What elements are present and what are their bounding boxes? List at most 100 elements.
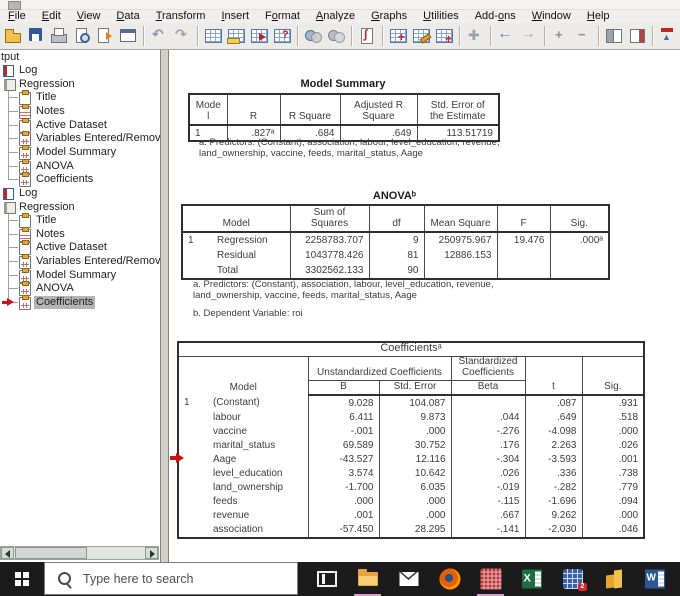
menu-window[interactable]: Window: [524, 10, 579, 23]
notes-icon: [19, 226, 32, 242]
model-summary-table[interactable]: Mode l R R Square Adjusted R Square Std. E…: [188, 93, 500, 142]
tree-item-label: ANOVA: [36, 159, 74, 172]
scroll-right-button[interactable]: [145, 547, 158, 559]
cell-sig: .094: [581, 494, 645, 509]
variables-info-icon[interactable]: [272, 25, 293, 46]
cell-sig: .931: [581, 395, 645, 411]
tree-root-output[interactable]: tput: [1, 51, 19, 63]
outline-pane[interactable]: tput Log Regression Title Notes Active Datas…: [0, 50, 161, 562]
word-icon[interactable]: [634, 562, 675, 596]
tree-item-active-dataset[interactable]: Active Dataset: [0, 240, 160, 256]
tree-item-title[interactable]: Title: [0, 213, 160, 229]
goto-data-icon[interactable]: [203, 25, 224, 46]
col-header-b: B: [307, 380, 380, 396]
menu-edit[interactable]: Edit: [34, 10, 69, 23]
spss-viewer-icon[interactable]: [470, 562, 511, 596]
value-labels-icon[interactable]: [434, 25, 455, 46]
cell-se: 30.752: [378, 438, 452, 453]
toolbar-separator: [490, 26, 492, 46]
menu-file[interactable]: File: [0, 10, 34, 23]
task-view-icon[interactable]: [306, 562, 347, 596]
insert-cases-icon[interactable]: [388, 25, 409, 46]
cell-ms: [423, 263, 498, 279]
dialog-recall-icon[interactable]: [118, 25, 139, 46]
scrollbar-thumb[interactable]: [15, 547, 87, 559]
show-book-icon[interactable]: [604, 25, 625, 46]
tree-item-model-summary[interactable]: Model Summary: [0, 144, 160, 160]
menu-format[interactable]: Format: [257, 10, 308, 23]
menu-utilities[interactable]: Utilities: [415, 10, 467, 23]
start-button[interactable]: [0, 562, 44, 596]
print-icon[interactable]: [49, 25, 70, 46]
collapse-icon[interactable]: [573, 25, 594, 46]
tree-item-variables-entered-removed[interactable]: Variables Entered/Removed: [0, 131, 160, 147]
goto-variable-icon[interactable]: [249, 25, 270, 46]
col-header-f: F: [496, 205, 551, 233]
anova-title: ANOVAᵇ: [372, 190, 417, 202]
tree-item-notes[interactable]: Notes: [0, 226, 160, 242]
tree-item-coefficients[interactable]: Coefficients: [0, 172, 160, 188]
mail-icon[interactable]: [388, 562, 429, 596]
firefox-icon[interactable]: [429, 562, 470, 596]
col-header-adjusted-r-square: Adjusted R Square: [339, 94, 418, 126]
tree-item-coefficients[interactable]: Coefficients: [0, 295, 160, 311]
undo-icon[interactable]: [149, 25, 170, 46]
scroll-left-button[interactable]: [1, 547, 14, 559]
cell-label: (Constant): [208, 395, 309, 411]
tree-item-title[interactable]: Title: [0, 90, 160, 106]
save-icon[interactable]: [26, 25, 47, 46]
redo-icon[interactable]: [172, 25, 193, 46]
tree-item-log[interactable]: Log: [0, 64, 160, 77]
tree-item-variables-entered-removed[interactable]: Variables Entered/Removed: [0, 254, 160, 270]
tree-item-regression[interactable]: Regression: [0, 201, 160, 214]
spss-data-icon[interactable]: 2: [552, 562, 593, 596]
powerbi-icon[interactable]: [593, 562, 634, 596]
col-header-sum-of-squares: Sum of Squares: [289, 205, 370, 233]
outline-horizontal-scrollbar[interactable]: [0, 546, 159, 560]
export-icon[interactable]: [95, 25, 116, 46]
edit-sets-icon[interactable]: [411, 25, 432, 46]
run-script-icon[interactable]: [357, 25, 378, 46]
menu-data[interactable]: Data: [108, 10, 147, 23]
print-preview-icon[interactable]: [72, 25, 93, 46]
find-icon[interactable]: [303, 25, 324, 46]
cell-sig: .518: [581, 410, 645, 425]
menu-graphs[interactable]: Graphs: [363, 10, 415, 23]
cell-sig: [549, 248, 610, 263]
taskbar-search[interactable]: Type here to search: [44, 562, 298, 595]
tree-item-anova[interactable]: ANOVA: [0, 281, 160, 297]
cell-beta: -.304: [450, 452, 526, 467]
back-icon[interactable]: [496, 25, 517, 46]
tree-item-log[interactable]: Log: [0, 187, 160, 200]
table-row: marital_status 69.589 30.752.176 2.263.026: [177, 438, 645, 453]
select-cases-icon[interactable]: [326, 25, 347, 46]
forward-icon[interactable]: [519, 25, 540, 46]
excel-icon[interactable]: [511, 562, 552, 596]
menu-insert[interactable]: Insert: [213, 10, 257, 23]
hide-book-icon[interactable]: [627, 25, 648, 46]
coefficients-table[interactable]: Coefficientsᵃ Model Unstandardized Coeff…: [177, 341, 646, 539]
tree-item-anova[interactable]: ANOVA: [0, 158, 160, 174]
file-explorer-icon[interactable]: [347, 562, 388, 596]
menu-analyze[interactable]: Analyze: [308, 10, 363, 23]
insert-heading-icon[interactable]: [658, 25, 679, 46]
cell-se: 9.873: [378, 410, 452, 425]
group-header-unstandardized: Unstandardized Coefficients: [307, 356, 452, 381]
open-output-icon[interactable]: [3, 25, 24, 46]
expand-icon[interactable]: [550, 25, 571, 46]
pane-splitter[interactable]: [161, 50, 168, 562]
cell-t: 9.262: [524, 508, 583, 523]
tree-item-active-dataset[interactable]: Active Dataset: [0, 117, 160, 133]
anova-table[interactable]: Model Sum of Squares df Mean Square F Sig…: [181, 204, 610, 280]
menu-help[interactable]: Help: [579, 10, 618, 23]
cell-label: association: [208, 522, 309, 538]
tree-item-model-summary[interactable]: Model Summary: [0, 267, 160, 283]
menu-add-ons[interactable]: Add-ons: [467, 10, 524, 23]
output-content-pane[interactable]: Model Summary Mode l R R Square Adjusted …: [168, 50, 680, 562]
tree-item-notes[interactable]: Notes: [0, 103, 160, 119]
tree-item-regression[interactable]: Regression: [0, 78, 160, 91]
menu-transform[interactable]: Transform: [148, 10, 214, 23]
select-last-output-icon[interactable]: [465, 25, 486, 46]
goto-case-icon[interactable]: [226, 25, 247, 46]
menu-view[interactable]: View: [69, 10, 109, 23]
